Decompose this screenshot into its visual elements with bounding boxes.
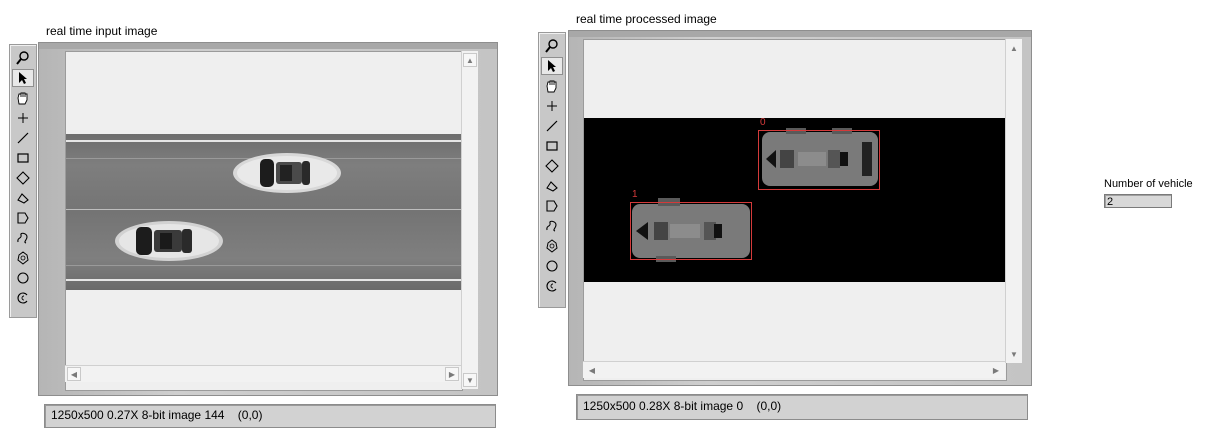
- input-status-text: 1250x500 0.27X 8-bit image 144 (0,0): [51, 408, 263, 422]
- line-icon[interactable]: [541, 117, 563, 135]
- scroll-right-icon[interactable]: ▶: [445, 367, 459, 381]
- freehand-line-icon[interactable]: [541, 217, 563, 235]
- pointer-icon[interactable]: [12, 69, 34, 87]
- crosshair-icon[interactable]: [541, 97, 563, 115]
- polygon-icon[interactable]: [541, 177, 563, 195]
- input-horizontal-scrollbar[interactable]: ◀ ▶: [65, 365, 461, 382]
- input-status-bar: 1250x500 0.27X 8-bit image 144 (0,0): [44, 404, 496, 428]
- zoom-icon[interactable]: [541, 37, 563, 55]
- input-image-title: real time input image: [46, 24, 158, 38]
- broken-annulus-icon[interactable]: [541, 277, 563, 295]
- rotated-rectangle-icon[interactable]: [12, 169, 34, 187]
- annulus-icon[interactable]: [541, 237, 563, 255]
- pan-hand-icon[interactable]: [541, 77, 563, 95]
- zoom-icon[interactable]: [12, 49, 34, 67]
- detection-label: 1: [632, 189, 638, 200]
- right-tool-palette: [538, 32, 566, 308]
- oval-icon[interactable]: [12, 269, 34, 287]
- car-image: [233, 153, 341, 193]
- input-image-viewport[interactable]: [65, 51, 463, 391]
- detection-box: [758, 130, 880, 190]
- car-image: [115, 221, 223, 261]
- polygon-icon[interactable]: [12, 189, 34, 207]
- binary-image: 0 1: [584, 117, 1006, 282]
- pan-hand-icon[interactable]: [12, 89, 34, 107]
- processed-horizontal-scrollbar[interactable]: ◀ ▶: [583, 361, 1005, 378]
- processed-vertical-scrollbar[interactable]: ▲ ▼: [1005, 39, 1022, 363]
- processed-status-bar: 1250x500 0.28X 8-bit image 0 (0,0): [576, 394, 1028, 420]
- left-tool-palette: [9, 44, 37, 318]
- crosshair-icon[interactable]: [12, 109, 34, 127]
- freehand-line-icon[interactable]: [12, 229, 34, 247]
- rotated-rectangle-icon[interactable]: [541, 157, 563, 175]
- scroll-down-icon[interactable]: ▼: [1007, 347, 1021, 361]
- processed-status-text: 1250x500 0.28X 8-bit image 0 (0,0): [583, 399, 782, 413]
- vehicle-count-label: Number of vehicle: [1104, 178, 1193, 190]
- broken-annulus-icon[interactable]: [12, 289, 34, 307]
- rectangle-icon[interactable]: [12, 149, 34, 167]
- road-image: [66, 134, 462, 290]
- pointer-icon[interactable]: [541, 57, 563, 75]
- detection-label: 0: [760, 117, 766, 128]
- input-vertical-scrollbar[interactable]: ▲ ▼: [461, 51, 478, 389]
- vehicle-count-indicator: 2: [1104, 194, 1172, 208]
- scroll-right-icon[interactable]: ▶: [989, 363, 1003, 377]
- processed-image-title: real time processed image: [576, 12, 717, 26]
- processed-image-viewport[interactable]: 0 1: [583, 39, 1007, 381]
- rectangle-icon[interactable]: [541, 137, 563, 155]
- freehand-region-icon[interactable]: [12, 209, 34, 227]
- line-icon[interactable]: [12, 129, 34, 147]
- scroll-up-icon[interactable]: ▲: [463, 53, 477, 67]
- scroll-up-icon[interactable]: ▲: [1007, 41, 1021, 55]
- input-image-frame: ▲ ▼ ◀ ▶: [38, 42, 498, 396]
- scroll-down-icon[interactable]: ▼: [463, 373, 477, 387]
- oval-icon[interactable]: [541, 257, 563, 275]
- detection-box: [630, 202, 752, 260]
- freehand-region-icon[interactable]: [541, 197, 563, 215]
- annulus-icon[interactable]: [12, 249, 34, 267]
- scroll-left-icon[interactable]: ◀: [585, 363, 599, 377]
- processed-image-frame: 0 1 ▲ ▼ ◀ ▶: [568, 30, 1032, 386]
- scroll-left-icon[interactable]: ◀: [67, 367, 81, 381]
